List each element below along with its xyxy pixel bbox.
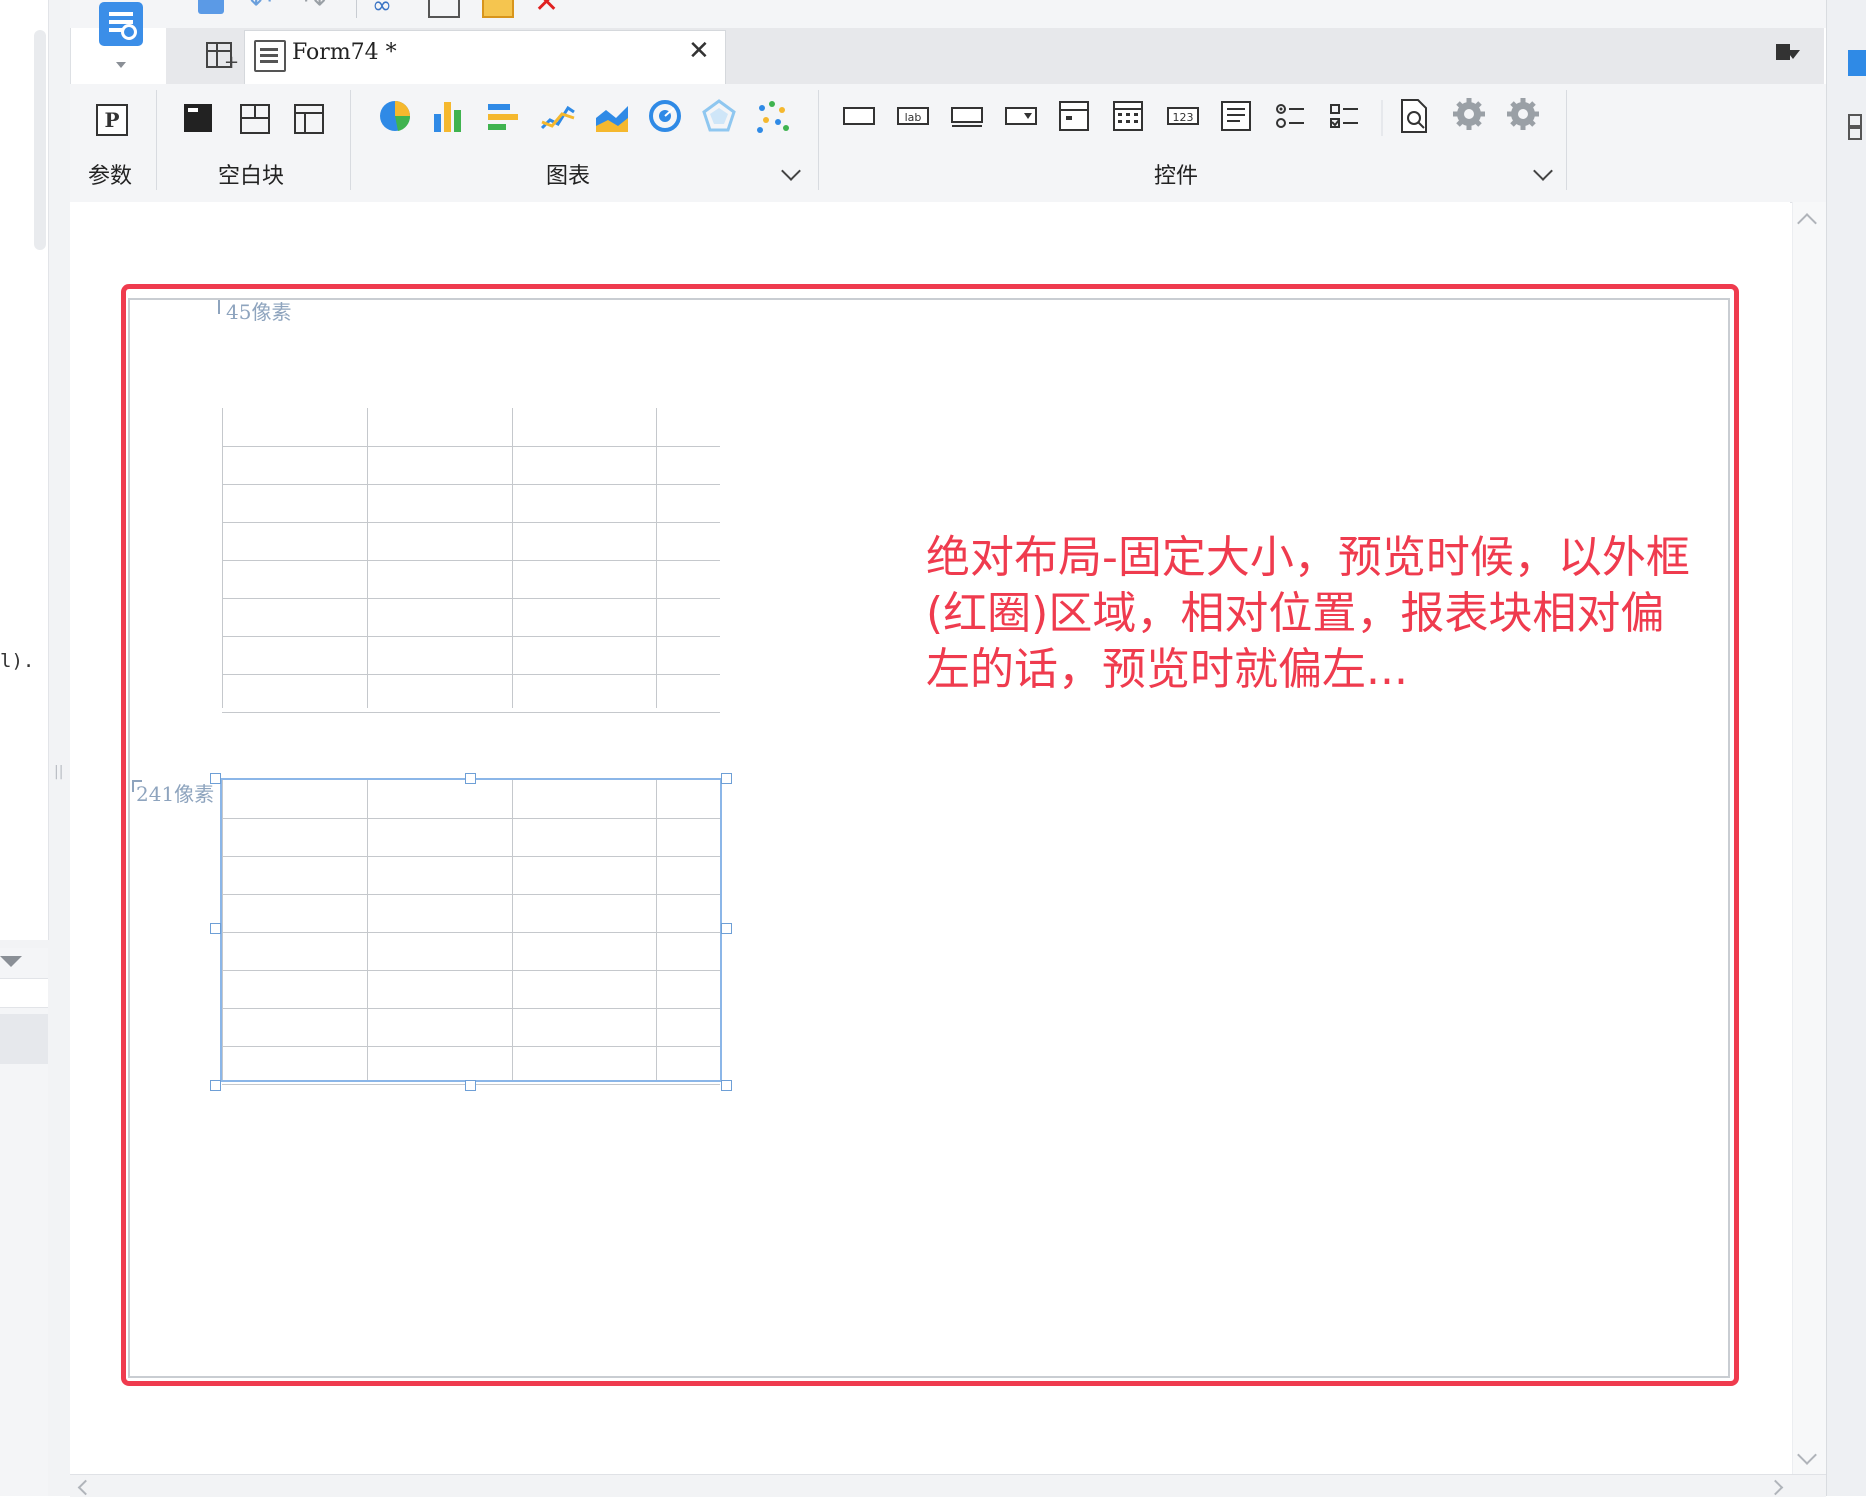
button-icon[interactable] <box>951 107 983 127</box>
date-picker-icon[interactable] <box>1059 101 1089 131</box>
group-label-widget: 控件 <box>1154 164 1199 189</box>
group-label-parameter: 参数 <box>88 164 133 189</box>
radar-chart-icon[interactable] <box>702 99 736 132</box>
redo-icon[interactable]: ↷ <box>304 0 334 18</box>
left-bottom-selected-item[interactable] <box>0 1014 48 1064</box>
left-panel-scrollbar[interactable] <box>34 30 46 250</box>
copy-icon[interactable] <box>428 0 460 18</box>
radio-group-icon[interactable] <box>1276 104 1304 128</box>
right-panel <box>1826 0 1866 1496</box>
collapse-arrow-icon[interactable] <box>0 956 22 967</box>
scatter-chart-icon[interactable] <box>757 101 789 133</box>
label-icon[interactable]: lab <box>897 107 929 125</box>
chart-icons <box>380 99 789 133</box>
new-report-icon[interactable]: + <box>204 38 239 72</box>
horizontal-scrollbar[interactable] <box>70 1474 1826 1497</box>
tab-block-icon[interactable] <box>294 104 324 134</box>
panel-resize-handle[interactable]: || <box>54 764 63 780</box>
blank-block-icon[interactable] <box>184 104 212 132</box>
toolbar-divider <box>356 0 357 18</box>
svg-text:123: 123 <box>1173 111 1194 124</box>
preview-icon <box>99 2 143 46</box>
right-panel-tab[interactable] <box>1848 50 1866 76</box>
left-panel-text: l). <box>0 650 35 672</box>
area-chart-icon[interactable] <box>596 106 628 132</box>
group-label-blank-block: 空白块 <box>218 164 285 189</box>
form-icon <box>254 40 286 72</box>
left-bottom-header <box>0 978 48 1008</box>
layout-icon[interactable] <box>1848 114 1862 140</box>
ribbon-divider <box>156 90 157 190</box>
calendar-icon[interactable] <box>1113 101 1143 131</box>
text-box-icon[interactable] <box>843 107 875 125</box>
ribbon-divider <box>350 90 351 190</box>
parameter-icon[interactable]: P <box>96 104 128 136</box>
undo-icon[interactable]: ↶ <box>250 0 280 18</box>
tab-label: Form74 * <box>292 40 397 65</box>
annotation-highlight-frame <box>121 284 1739 1386</box>
search-query-icon[interactable] <box>1401 99 1427 133</box>
number-field-icon[interactable]: 123 <box>1167 107 1199 125</box>
horizontal-bar-icon[interactable] <box>488 104 518 130</box>
preview-dropdown-icon[interactable] <box>116 62 126 68</box>
preview-button[interactable] <box>96 2 146 52</box>
split-block-icon[interactable] <box>240 104 270 134</box>
checkbox-group-icon[interactable] <box>1330 104 1358 128</box>
group-label-chart: 图表 <box>546 164 591 189</box>
gear-icon[interactable] <box>1507 98 1539 130</box>
gauge-chart-icon[interactable] <box>649 100 681 132</box>
gear-icon[interactable] <box>1453 98 1485 130</box>
pie-chart-icon[interactable] <box>380 101 411 131</box>
annotation-text: 绝对布局-固定大小，预览时候，以外框(红圈)区域，相对位置，报表块相对偏左的话，… <box>926 532 1690 695</box>
text-area-icon[interactable] <box>1221 101 1251 131</box>
line-chart-icon[interactable] <box>540 105 575 130</box>
paste-icon[interactable] <box>482 0 514 18</box>
find-icon[interactable]: ∞ <box>372 0 402 19</box>
svg-text:lab: lab <box>905 111 922 124</box>
delete-icon[interactable]: ✕ <box>534 0 564 18</box>
tab-menu-icon[interactable] <box>1776 44 1800 62</box>
widget-icons: lab 123 <box>843 98 1539 136</box>
tab-close-icon[interactable]: ✕ <box>688 36 710 66</box>
vertical-scrollbar[interactable] <box>1792 202 1827 1474</box>
ribbon-divider <box>1566 90 1567 190</box>
save-icon[interactable] <box>196 0 226 18</box>
dropdown-icon[interactable] <box>1005 107 1037 125</box>
bar-chart-icon[interactable] <box>434 102 461 132</box>
ribbon-divider <box>818 90 819 190</box>
